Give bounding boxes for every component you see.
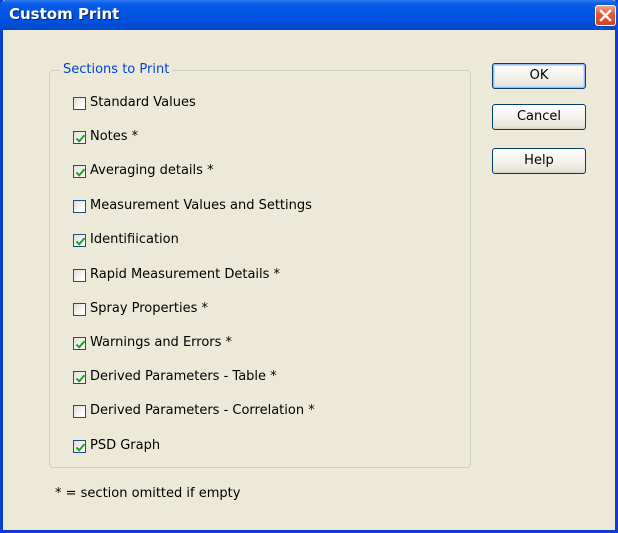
help-button[interactable]: Help — [492, 148, 586, 174]
checkbox-box[interactable] — [73, 268, 86, 282]
check-icon — [75, 237, 86, 246]
checkbox-warnings-errors[interactable]: Warnings and Errors * — [73, 334, 232, 352]
checkbox-label: Identifiication — [90, 232, 179, 247]
checkbox-box[interactable] — [73, 439, 86, 453]
checkbox-label: Notes * — [90, 129, 139, 144]
footnote-text: * = section omitted if empty — [55, 486, 241, 501]
checkbox-label: PSD Graph — [90, 438, 161, 453]
check-icon — [75, 168, 86, 177]
checkbox-box[interactable] — [73, 302, 86, 316]
checkbox-label: Rapid Measurement Details * — [90, 267, 281, 282]
checkbox-box[interactable] — [73, 164, 86, 178]
checkbox-label: Measurement Values and Settings — [90, 198, 312, 213]
checkbox-label: Derived Parameters - Correlation * — [90, 403, 315, 418]
checkbox-averaging-details[interactable]: Averaging details * — [73, 162, 214, 180]
checkbox-box[interactable] — [73, 233, 86, 247]
check-icon — [75, 443, 86, 452]
check-icon — [75, 340, 86, 349]
checkbox-notes[interactable]: Notes * — [73, 128, 138, 146]
checkbox-box[interactable] — [73, 370, 86, 384]
ok-button[interactable]: OK — [492, 63, 586, 89]
checkbox-box[interactable] — [73, 96, 86, 110]
check-icon — [75, 134, 86, 143]
checkbox-label: Warnings and Errors * — [90, 335, 233, 350]
window-title: Custom Print — [9, 5, 120, 23]
checkbox-derived-table[interactable]: Derived Parameters - Table * — [73, 368, 277, 386]
checkbox-measurement-values[interactable]: Measurement Values and Settings — [73, 197, 312, 215]
checkbox-label: Standard Values — [90, 95, 196, 110]
checkbox-box[interactable] — [73, 199, 86, 213]
close-icon — [599, 9, 612, 22]
title-bar[interactable]: Custom Print — [0, 0, 618, 30]
checkbox-label: Averaging details * — [90, 163, 214, 178]
close-button[interactable] — [595, 5, 616, 26]
checkbox-derived-correlation[interactable]: Derived Parameters - Correlation * — [73, 402, 315, 420]
checkbox-spray-properties[interactable]: Spray Properties * — [73, 300, 208, 318]
checkbox-standard-values[interactable]: Standard Values — [73, 94, 196, 112]
cancel-button[interactable]: Cancel — [492, 104, 586, 130]
custom-print-dialog: Custom Print Sections to Print Standard … — [0, 0, 618, 533]
checkbox-box[interactable] — [73, 404, 86, 418]
checkbox-box[interactable] — [73, 130, 86, 144]
checkbox-label: Spray Properties * — [90, 301, 208, 316]
checkbox-identification[interactable]: Identifiication — [73, 231, 179, 249]
checkbox-box[interactable] — [73, 336, 86, 350]
check-icon — [75, 374, 86, 383]
checkbox-label: Derived Parameters - Table * — [90, 369, 277, 384]
checkbox-psd-graph[interactable]: PSD Graph — [73, 437, 160, 455]
checkbox-rapid-measurement[interactable]: Rapid Measurement Details * — [73, 266, 280, 284]
group-label: Sections to Print — [60, 62, 173, 78]
